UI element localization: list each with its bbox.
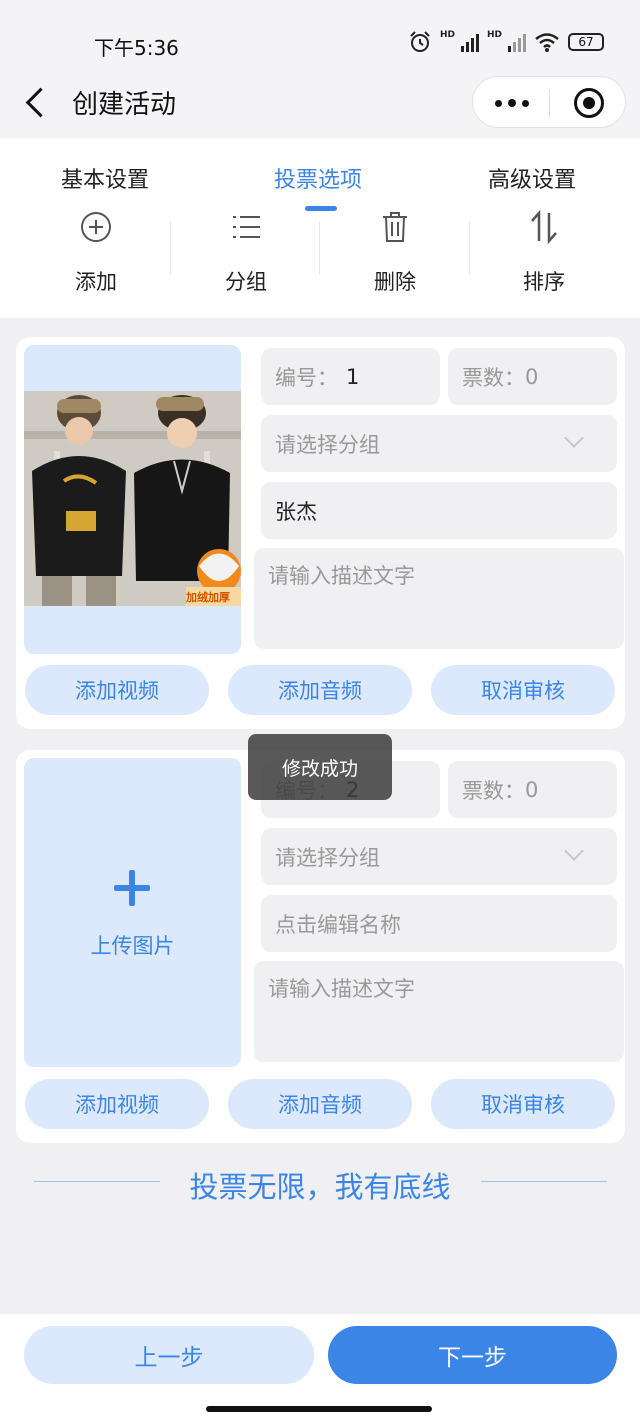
tab-basic-settings[interactable]: 基本设置 bbox=[61, 162, 149, 194]
signal-icon bbox=[460, 32, 479, 52]
nav-bar: 创建活动 bbox=[0, 70, 640, 138]
add-video-button[interactable]: 添加视频 bbox=[25, 665, 209, 715]
add-button[interactable]: 添加 bbox=[36, 208, 156, 308]
item-photo: 加绒加厚 bbox=[24, 391, 241, 606]
wifi-icon bbox=[535, 33, 559, 52]
upload-label: 上传图片 bbox=[90, 934, 175, 958]
prev-step-button[interactable]: 上一步 bbox=[24, 1326, 314, 1384]
item-votes-field[interactable]: 票数： 0 bbox=[448, 761, 617, 818]
votes-label: 票数： bbox=[462, 365, 525, 390]
miniprogram-capsule bbox=[472, 76, 626, 128]
toast-message: 修改成功 bbox=[248, 734, 392, 800]
item-votes-field[interactable]: 票数： 0 bbox=[448, 348, 617, 405]
battery-icon: 67 bbox=[568, 33, 604, 51]
cancel-review-button[interactable]: 取消审核 bbox=[431, 665, 615, 715]
upload-image-button[interactable]: 上传图片 bbox=[24, 758, 241, 1067]
tabs-panel: 基本设置 投票选项 高级设置 添加 分组 删除 排序 bbox=[0, 138, 640, 318]
group-select[interactable]: 请选择分组 bbox=[261, 415, 617, 472]
item-image[interactable]: 加绒加厚 bbox=[24, 345, 241, 654]
item-name-field[interactable]: 点击编辑名称 bbox=[261, 895, 617, 952]
close-miniprogram-icon[interactable] bbox=[574, 88, 604, 118]
list-icon bbox=[233, 216, 260, 238]
delete-button[interactable]: 删除 bbox=[335, 208, 455, 308]
toolbar-divider bbox=[469, 222, 470, 274]
vote-item-card: 加绒加厚 编号： 1 票数： 0 请选择分组 张杰 请输入描述文字 添加视频 添… bbox=[16, 337, 625, 729]
tab-advanced-settings[interactable]: 高级设置 bbox=[488, 162, 576, 194]
add-video-button[interactable]: 添加视频 bbox=[25, 1079, 209, 1129]
image-badge-text: 加绒加厚 bbox=[186, 591, 230, 604]
item-name: 张杰 bbox=[275, 499, 317, 524]
item-number-field[interactable]: 编号： 1 bbox=[261, 348, 440, 405]
group-label: 分组 bbox=[225, 270, 267, 294]
group-placeholder: 请选择分组 bbox=[275, 432, 380, 457]
description-placeholder: 请输入描述文字 bbox=[268, 977, 415, 1001]
home-indicator bbox=[206, 1406, 432, 1412]
sort-label: 排序 bbox=[523, 270, 565, 294]
vote-item-card: 上传图片 编号： 2 票数： 0 请选择分组 点击编辑名称 请输入描述文字 添加… bbox=[16, 750, 625, 1143]
toolbar-divider bbox=[319, 222, 320, 274]
active-tab-indicator bbox=[305, 206, 337, 211]
hd-badge: HD bbox=[486, 30, 502, 40]
delete-label: 删除 bbox=[374, 270, 416, 294]
chevron-down-icon bbox=[564, 428, 584, 448]
page-title: 创建活动 bbox=[72, 90, 177, 120]
add-audio-button[interactable]: 添加音频 bbox=[228, 1079, 412, 1129]
number-label: 编号： bbox=[275, 365, 338, 390]
description-placeholder: 请输入描述文字 bbox=[268, 564, 415, 588]
plus-icon bbox=[114, 870, 150, 906]
name-placeholder: 点击编辑名称 bbox=[275, 912, 401, 937]
group-select[interactable]: 请选择分组 bbox=[261, 828, 617, 885]
votes-value: 0 bbox=[525, 777, 539, 802]
number-value: 1 bbox=[346, 364, 360, 389]
tab-vote-options[interactable]: 投票选项 bbox=[274, 162, 362, 194]
capsule-divider bbox=[549, 89, 550, 117]
kids-photo-illustration bbox=[24, 391, 241, 606]
alarm-icon bbox=[410, 31, 430, 52]
next-step-button[interactable]: 下一步 bbox=[328, 1326, 617, 1384]
status-bar: 下午5:36 HD HD 67 bbox=[0, 0, 640, 80]
description-textarea[interactable]: 请输入描述文字 bbox=[254, 961, 624, 1062]
add-label: 添加 bbox=[75, 270, 117, 294]
description-textarea[interactable]: 请输入描述文字 bbox=[254, 548, 624, 649]
status-icons: HD HD 67 bbox=[408, 30, 604, 54]
bottom-bar: 上一步 下一步 bbox=[0, 1314, 640, 1422]
slogan-text: 投票无限，我有底线 bbox=[189, 1170, 451, 1204]
votes-label: 票数： bbox=[462, 778, 525, 803]
sort-button[interactable]: 排序 bbox=[484, 208, 604, 308]
votes-value: 0 bbox=[525, 364, 539, 389]
add-circle-icon bbox=[81, 212, 111, 242]
hd-badge: HD bbox=[439, 30, 455, 40]
chevron-down-icon bbox=[564, 841, 584, 861]
add-audio-button[interactable]: 添加音频 bbox=[228, 665, 412, 715]
status-time: 下午5:36 bbox=[94, 36, 179, 60]
sort-icon bbox=[531, 210, 557, 244]
signal-icon bbox=[508, 32, 526, 52]
item-name-field[interactable]: 张杰 bbox=[261, 482, 617, 539]
group-button[interactable]: 分组 bbox=[186, 208, 306, 308]
trash-icon bbox=[383, 212, 407, 242]
cancel-review-button[interactable]: 取消审核 bbox=[431, 1079, 615, 1129]
group-placeholder: 请选择分组 bbox=[275, 845, 380, 870]
more-icon[interactable] bbox=[495, 91, 529, 113]
toolbar-divider bbox=[170, 222, 171, 274]
back-button[interactable] bbox=[22, 82, 52, 122]
